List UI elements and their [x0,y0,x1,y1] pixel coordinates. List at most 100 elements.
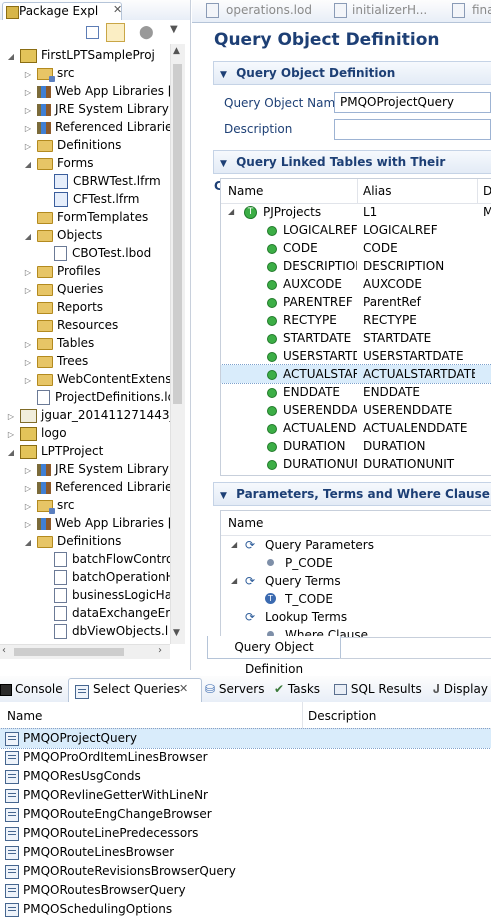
section-linked-tables[interactable]: ▼ Query Linked Tables with Their Columns… [213,150,491,193]
table-row[interactable]: STARTDATE STARTDATE [221,329,491,347]
editor-tab-operations[interactable]: operations.lod [226,3,312,17]
column-header-description[interactable]: Description [308,709,376,723]
table-row[interactable]: LOGICALREF LOGICALREF [221,221,491,239]
vertical-scrollbar[interactable]: ▲ ▼ [170,44,185,644]
scroll-down-icon[interactable]: ▼ [173,628,180,638]
table-row[interactable]: DESCRIPTION DESCRIPTION [221,257,491,275]
tree-item[interactable]: Resources [0,316,118,334]
tree-item[interactable]: batchFlowContro [0,550,170,568]
tab-console[interactable]: Console [0,678,63,700]
column-header-alias[interactable]: Alias [363,184,391,198]
table-row[interactable]: AUXCODE AUXCODE [221,275,491,293]
collapse-all-icon[interactable] [86,26,99,39]
table-row[interactable]: USERSTARTDA USERSTARTDATE [221,347,491,365]
tree-item[interactable]: dbViewObjects.l [0,622,168,640]
tree-item[interactable]: ▷ Referenced Libraries [0,118,170,136]
section-query-object-definition[interactable]: ▼ Query Object Definition [213,61,491,85]
tree-item[interactable]: ▷ JRE System Library [l [0,460,170,478]
close-icon[interactable]: ✕ [113,3,122,16]
chevron-down-icon[interactable]: ◢ [231,572,237,590]
editor-tab-initializer[interactable]: initializerH... [352,3,427,17]
close-icon[interactable]: ✕ [179,682,188,695]
tab-sql-results[interactable]: SQL Results [334,678,422,700]
tree-item[interactable]: ▷ Profiles [0,262,101,280]
tree-item[interactable]: ⟳ Lookup Terms [221,608,491,626]
tree-item[interactable]: ◢ ⟳ Query Terms [221,572,491,590]
table-row[interactable]: DURATION DURATION [221,437,491,455]
tree-item[interactable]: ◢ LPTProject [0,442,103,460]
table-row[interactable]: PARENTREF ParentRef [221,293,491,311]
link-with-editor-icon[interactable] [106,23,125,42]
table-row[interactable]: CODE CODE [221,239,491,257]
tree-item[interactable]: ▷ Tables [0,334,94,352]
tree-item[interactable]: ◢ Objects [0,226,102,244]
tree-item[interactable]: ◢ Forms [0,154,94,172]
scroll-right-icon[interactable]: › [158,645,162,656]
package-explorer-tree[interactable]: ◢ FirstLPTSampleProj ▷ src ▷ Web App Librarie… [0,44,170,644]
tree-item[interactable]: Reports [0,298,103,316]
table-row[interactable]: PMQORoutesBrowserQuery [0,881,491,900]
tree-item[interactable]: CBRWTest.lfrm [0,172,161,190]
tree-item[interactable]: ▷ JRE System Library [l [0,100,170,118]
tab-display[interactable]: 𝐉 Display [433,678,488,700]
table-row[interactable]: PMQORouteLinesBrowser [0,843,491,862]
tree-item[interactable]: dataExchangeErr [0,604,170,622]
tree-item[interactable]: P_CODE [221,554,491,572]
table-row[interactable]: PMQOProOrdItemLinesBrowser [0,748,491,767]
table-row[interactable]: PMQOResUsgConds [0,767,491,786]
table-row[interactable]: PMQORouteEngChangeBrowser [0,805,491,824]
table-row[interactable]: PMQOProjectQuery [0,728,491,749]
tree-item[interactable]: ProjectDefinitions.ld [0,388,170,406]
tree-item[interactable]: ▷ Queries [0,280,103,298]
tree-item[interactable]: businessLogicHa [0,586,170,604]
tree-item[interactable]: ◢ FirstLPTSampleProj [0,46,155,64]
query-object-name-field[interactable]: PMQOProjectQuery [334,92,491,113]
chevron-down-icon[interactable]: ◢ [228,203,234,221]
tree-item[interactable]: CFTest.lfrm [0,190,140,208]
column-header-name[interactable]: Name [228,184,263,198]
view-menu-icon[interactable]: ⬤ [139,25,154,40]
horizontal-scrollbar[interactable]: ‹ › [0,644,170,659]
scroll-left-icon[interactable]: ‹ [2,645,6,656]
scrollbar-thumb-h[interactable] [14,648,124,656]
table-row-root[interactable]: ◢ T PJProjects L1 M [221,203,491,221]
table-row[interactable]: PMQORouteRevisionsBrowserQuery [0,862,491,881]
tree-item[interactable]: batchOperationH [0,568,170,586]
table-row[interactable]: ACTUALSTAR ACTUALSTARTDATE [221,364,491,384]
tree-item[interactable]: ▷ Trees [0,352,88,370]
table-row[interactable]: DURATIONUN DURATIONUNIT [221,455,491,473]
tab-servers[interactable]: ⛁ Servers [205,678,265,700]
column-header-name[interactable]: Name [7,709,42,723]
table-row[interactable]: RECTYPE RECTYPE [221,311,491,329]
tree-item[interactable]: CBOTest.lbod [0,244,151,262]
chevron-down-icon[interactable]: ◢ [231,536,237,554]
scroll-up-icon[interactable]: ▲ [173,46,180,56]
description-field[interactable] [334,119,491,140]
editor-tab-final[interactable]: final [472,3,491,17]
scrollbar-thumb[interactable] [173,64,182,404]
table-row[interactable]: PMQORouteLinePredecessors [0,824,491,843]
chevron-down-icon[interactable]: ▼ [170,24,178,35]
linked-tables-grid[interactable]: Name Alias D ◢ T PJProjects L1 M LOGICAL… [220,178,491,476]
tree-item[interactable]: ▷ Web App Libraries [l [0,82,170,100]
column-header-name[interactable]: Name [228,516,263,530]
tab-tasks[interactable]: ✔ Tasks [274,678,320,700]
tree-item[interactable]: ▷jguar_201411271443_v2. [0,406,170,424]
select-queries-table[interactable]: Name Description PMQOProjectQuery PMQOPro… [0,702,491,917]
tree-item[interactable]: ▷ Web App Libraries [l [0,514,170,532]
tree-item[interactable]: ▷ src [0,496,75,514]
tree-item[interactable]: T T_CODE [221,590,491,608]
section-parameters-terms[interactable]: ▼ Parameters, Terms and Where Clause [213,482,491,506]
tree-item[interactable]: ▷ WebContentExtensio [0,370,170,388]
package-explorer-tab[interactable]: Package Expl ✕ [2,2,122,21]
tree-item[interactable]: ◢ ⟳ Query Parameters [221,536,491,554]
table-row[interactable]: ACTUALENDD ACTUALENDDATE [221,419,491,437]
tree-item[interactable]: FormTemplates [0,208,148,226]
table-row[interactable]: ENDDATE ENDDATE [221,383,491,401]
tree-item[interactable]: ▷ src [0,64,75,82]
tree-item[interactable]: ▷ logo [0,424,67,442]
parameters-tree[interactable]: Name ◢ ⟳ Query Parameters P_CODE ◢ ⟳ Query Ter… [220,510,491,638]
table-row[interactable]: USERENDDAT USERENDDATE [221,401,491,419]
tree-item[interactable]: ▷ Definitions [0,136,121,154]
editor-page-tab[interactable]: Query Object Definition [207,636,341,676]
